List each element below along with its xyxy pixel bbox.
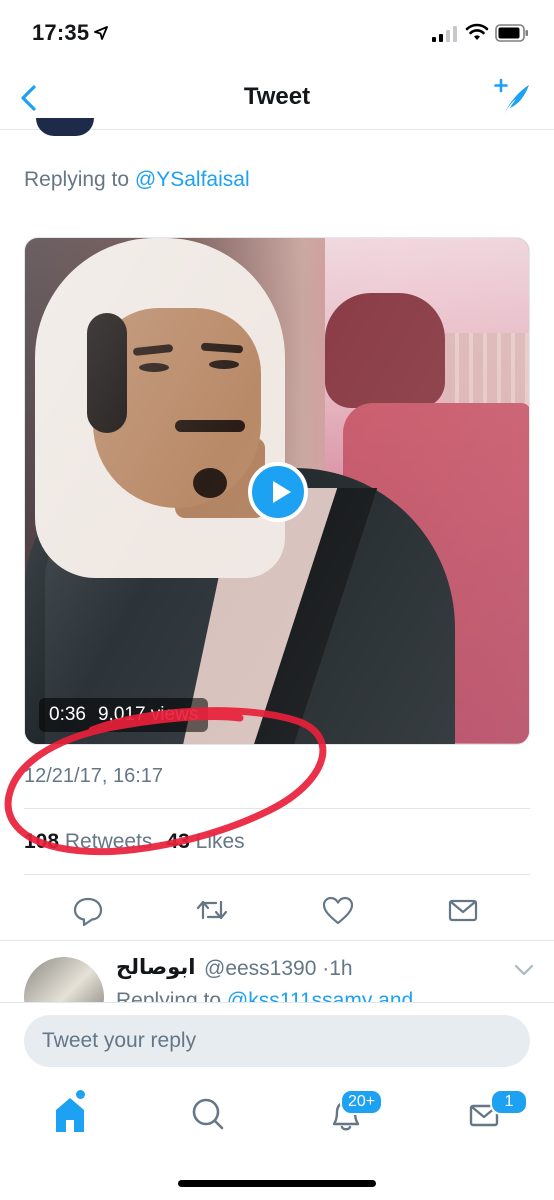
play-button[interactable] bbox=[248, 462, 308, 522]
reply-bubble-icon bbox=[73, 897, 103, 927]
reply-button[interactable] bbox=[68, 890, 108, 930]
divider bbox=[24, 874, 530, 875]
retweets-label: Retweets bbox=[64, 830, 153, 853]
signal-icon bbox=[432, 26, 457, 42]
video-views: 9,017 views bbox=[97, 704, 199, 725]
tweet-author-avatar[interactable] bbox=[36, 118, 94, 136]
retweet-icon bbox=[196, 900, 228, 920]
replying-handle-link[interactable]: @YSalfaisal bbox=[135, 168, 250, 191]
reply-replying-to: Replying to @kss111ssamy and bbox=[116, 989, 413, 1002]
search-icon bbox=[192, 1098, 224, 1130]
home-icon bbox=[56, 1098, 84, 1132]
compose-tweet-button[interactable] bbox=[492, 78, 532, 118]
reply-sub-handles[interactable]: @kss111ssamy and bbox=[227, 989, 413, 1002]
reply-sub-prefix: Replying to bbox=[116, 989, 222, 1002]
reply-tweet[interactable]: ابوصالح @eess1390 ·1h Replying to @kss11… bbox=[0, 940, 554, 1002]
home-indicator bbox=[178, 1180, 376, 1187]
chevron-down-icon bbox=[514, 964, 534, 976]
notifications-badge: 20+ bbox=[340, 1089, 384, 1115]
share-dm-button[interactable] bbox=[443, 890, 483, 930]
heart-icon bbox=[322, 896, 354, 925]
reply-menu-button[interactable] bbox=[514, 963, 534, 982]
tab-home[interactable] bbox=[40, 1086, 100, 1142]
video-duration: 0:36 bbox=[49, 704, 86, 725]
retweets-stat[interactable]: 108 Retweets bbox=[24, 830, 152, 853]
like-button[interactable] bbox=[318, 890, 358, 930]
status-bar: 17:35 bbox=[0, 0, 554, 66]
tweet-stats: 108 Retweets 43 Likes bbox=[24, 830, 245, 854]
retweet-button[interactable] bbox=[192, 890, 232, 930]
tab-search[interactable] bbox=[178, 1086, 238, 1142]
reply-time: 1h bbox=[329, 957, 353, 980]
battery-icon bbox=[495, 24, 528, 42]
play-icon bbox=[273, 481, 291, 503]
video-media[interactable]: 0:36 9,017 views bbox=[24, 237, 530, 745]
tweet-timestamp: 12/21/17, 16:17 bbox=[24, 765, 164, 787]
wifi-icon bbox=[465, 23, 489, 40]
video-info: 0:36 9,017 views bbox=[39, 698, 209, 732]
envelope-icon bbox=[448, 899, 478, 922]
replying-to: Replying to @YSalfaisal bbox=[24, 168, 250, 192]
location-arrow-icon bbox=[94, 26, 108, 40]
status-time: 17:35 bbox=[32, 20, 90, 45]
likes-count: 43 bbox=[166, 830, 190, 853]
reply-author-name: ابوصالح bbox=[116, 956, 196, 979]
avatar[interactable] bbox=[24, 957, 104, 1002]
new-tweets-dot bbox=[76, 1090, 85, 1099]
compose-feather-icon bbox=[494, 78, 529, 114]
tweet-reply-input[interactable] bbox=[24, 1015, 530, 1067]
reply-handle-text: @eess1390 bbox=[204, 957, 317, 980]
likes-label: Likes bbox=[195, 830, 245, 853]
tweet-actions bbox=[0, 880, 554, 938]
messages-badge: 1 bbox=[490, 1089, 528, 1115]
page-title: Tweet bbox=[243, 83, 311, 110]
reply-author-handle: @eess1390 ·1h bbox=[204, 957, 353, 981]
retweets-count: 108 bbox=[24, 830, 60, 853]
replying-prefix: Replying to bbox=[24, 168, 130, 191]
likes-stat[interactable]: 43 Likes bbox=[166, 830, 244, 853]
divider bbox=[24, 808, 530, 809]
